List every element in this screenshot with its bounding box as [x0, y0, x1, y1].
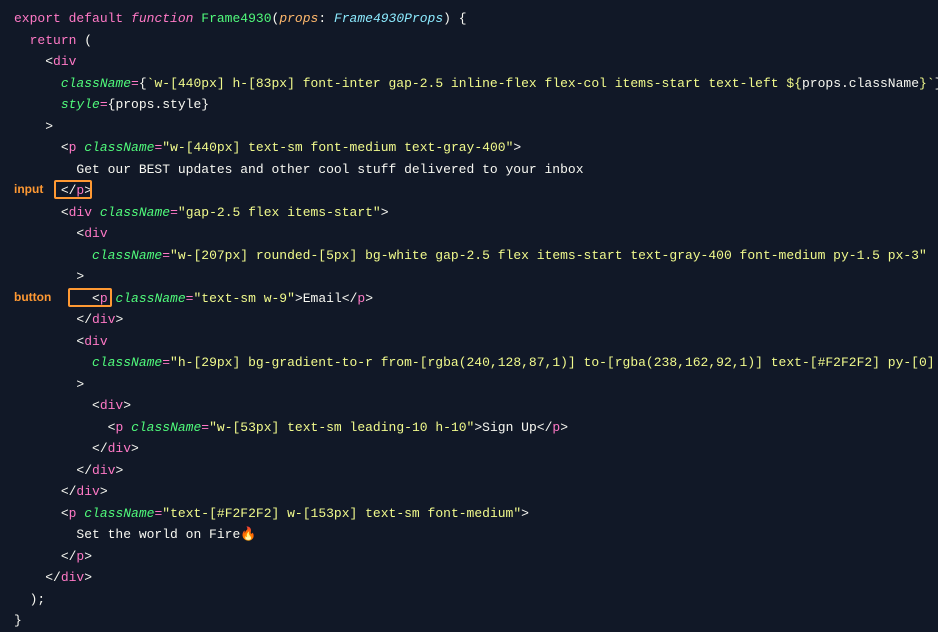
fire-emoji-icon: 🔥: [240, 527, 256, 542]
code-line[interactable]: <p className="w-[53px] text-sm leading-1…: [14, 417, 924, 439]
code-line[interactable]: className="h-[29px] bg-gradient-to-r fro…: [14, 352, 924, 374]
code-line[interactable]: >: [14, 374, 924, 396]
code-line[interactable]: <p className="text-sm w-9">Email</p>: [14, 288, 924, 310]
code-line[interactable]: <div className="gap-2.5 flex items-start…: [14, 202, 924, 224]
code-line[interactable]: }: [14, 610, 924, 632]
annotation-button-label: button: [14, 290, 51, 304]
code-line[interactable]: );: [14, 589, 924, 611]
code-line[interactable]: className="w-[207px] rounded-[5px] bg-wh…: [14, 245, 924, 267]
code-line[interactable]: <div: [14, 223, 924, 245]
code-line[interactable]: Set the world on Fire🔥: [14, 524, 924, 546]
code-line[interactable]: Get our BEST updates and other cool stuf…: [14, 159, 924, 181]
code-line[interactable]: <p className="text-[#F2F2F2] w-[153px] t…: [14, 503, 924, 525]
code-line[interactable]: </div>: [14, 567, 924, 589]
code-line[interactable]: style={props.style}: [14, 94, 924, 116]
code-line[interactable]: <div: [14, 51, 924, 73]
code-line[interactable]: <div: [14, 331, 924, 353]
code-line[interactable]: >: [14, 116, 924, 138]
code-line[interactable]: <p className="w-[440px] text-sm font-med…: [14, 137, 924, 159]
code-line[interactable]: export default function Frame4930(props:…: [14, 8, 924, 30]
code-line[interactable]: return (: [14, 30, 924, 52]
code-editor[interactable]: export default function Frame4930(props:…: [0, 8, 938, 632]
code-line[interactable]: </p>: [14, 180, 924, 202]
code-line[interactable]: </div>: [14, 309, 924, 331]
code-line[interactable]: </div>: [14, 460, 924, 482]
code-line[interactable]: </p>: [14, 546, 924, 568]
code-line[interactable]: >: [14, 266, 924, 288]
annotation-input-label: input: [14, 182, 43, 196]
code-line[interactable]: </div>: [14, 438, 924, 460]
code-line[interactable]: <div>: [14, 395, 924, 417]
code-line[interactable]: </div>: [14, 481, 924, 503]
code-line[interactable]: className={`w-[440px] h-[83px] font-inte…: [14, 73, 924, 95]
